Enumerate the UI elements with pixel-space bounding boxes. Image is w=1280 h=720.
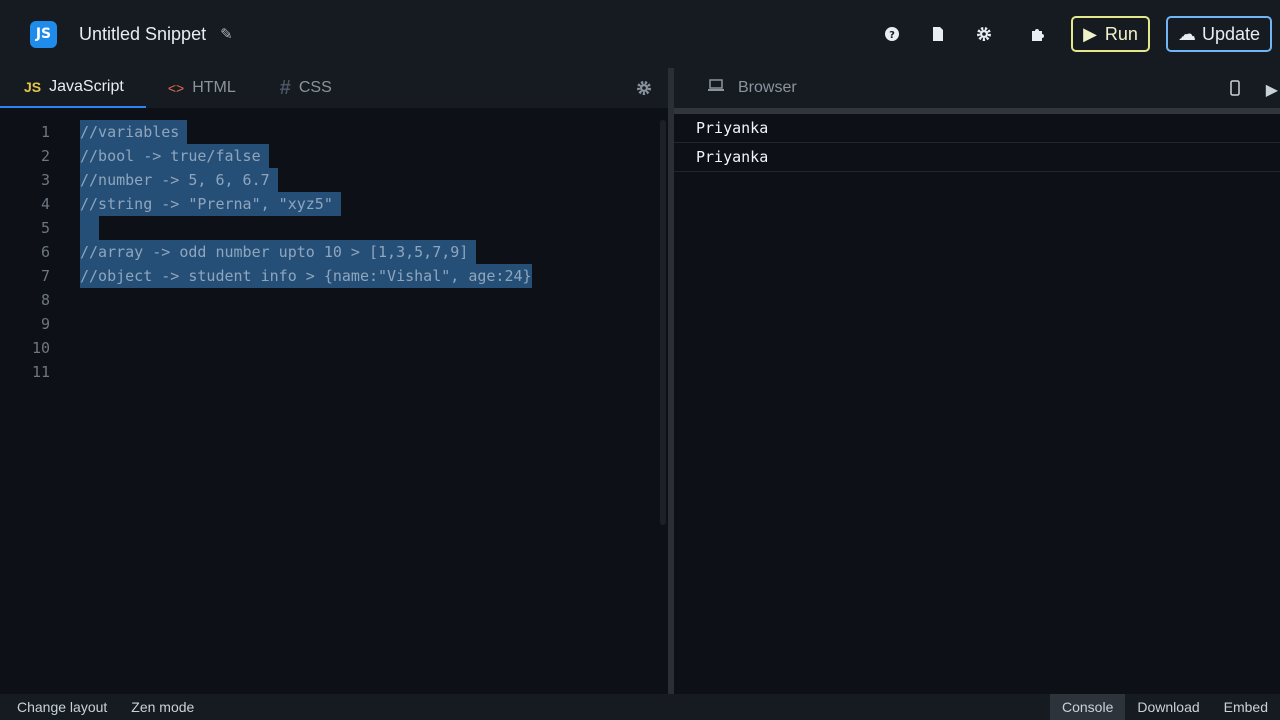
bottom-bar: Change layout Zen mode Console Download … bbox=[0, 694, 1280, 720]
snippet-title[interactable]: Untitled Snippet bbox=[79, 24, 206, 45]
browser-header: Browser ▶ bbox=[674, 68, 1280, 108]
code-text: //number -> 5, 6, 6.7 bbox=[80, 168, 278, 192]
code-line[interactable]: 4 //string -> "Prerna", "xyz5" bbox=[0, 192, 668, 216]
js-icon: JS bbox=[24, 79, 42, 95]
line-number: 2 bbox=[40, 147, 50, 165]
browser-pane: Browser ▶ Priyanka Priyanka bbox=[674, 68, 1280, 694]
line-number: 4 bbox=[40, 195, 50, 213]
line-number: 3 bbox=[40, 171, 50, 189]
tab-label: CSS bbox=[298, 79, 332, 96]
line-number: 9 bbox=[40, 315, 50, 333]
code-text: //string -> "Prerna", "xyz5" bbox=[80, 192, 341, 216]
editor-settings-icon[interactable] bbox=[636, 80, 652, 101]
output-line: Priyanka bbox=[674, 114, 1280, 143]
update-label: Update bbox=[1201, 23, 1260, 44]
tab-javascript[interactable]: JS JavaScript bbox=[0, 68, 146, 108]
code-text bbox=[80, 216, 100, 240]
line-number: 7 bbox=[40, 267, 50, 285]
console-button[interactable]: Console bbox=[1050, 694, 1126, 720]
extensions-puzzle-icon[interactable] bbox=[1015, 11, 1061, 57]
tab-html[interactable]: <> HTML bbox=[146, 68, 258, 108]
code-text: //bool -> true/false bbox=[80, 144, 269, 168]
line-number: 10 bbox=[31, 339, 50, 357]
code-text: //variables bbox=[80, 120, 188, 144]
logo-text: JS bbox=[35, 26, 52, 42]
mobile-view-icon[interactable] bbox=[1230, 80, 1240, 101]
line-number: 11 bbox=[31, 363, 50, 381]
line-number: 8 bbox=[40, 291, 50, 309]
css-hash-icon: # bbox=[279, 76, 291, 99]
toolbar: ? ▶ Run ☁ Update bbox=[869, 0, 1280, 68]
line-number: 1 bbox=[40, 123, 50, 141]
app-logo[interactable]: JS bbox=[30, 20, 57, 48]
play-icon[interactable]: ▶ bbox=[1266, 80, 1278, 100]
svg-text:?: ? bbox=[889, 30, 895, 41]
code-line[interactable]: 10 bbox=[0, 336, 668, 360]
help-icon[interactable]: ? bbox=[869, 11, 915, 57]
update-button[interactable]: ☁ Update bbox=[1165, 16, 1272, 52]
code-line[interactable]: 6 //array -> odd number upto 10 > [1,3,5,… bbox=[0, 240, 668, 264]
monitor-icon bbox=[708, 78, 724, 98]
cloud-upload-icon: ☁ bbox=[1177, 23, 1196, 44]
editor-tabs: JS JavaScript <> HTML # CSS bbox=[0, 68, 668, 108]
code-line[interactable]: 7 //object -> student info > {name:"Visha… bbox=[0, 264, 668, 288]
html-code-icon: <> bbox=[167, 80, 185, 96]
edit-title-icon[interactable]: ✎ bbox=[220, 25, 233, 43]
tab-label: JavaScript bbox=[49, 78, 124, 95]
settings-gear-icon[interactable] bbox=[961, 11, 1007, 57]
run-label: Run bbox=[1104, 23, 1138, 44]
line-number: 5 bbox=[40, 219, 50, 237]
code-editor[interactable]: 1 //variables 2 //bool -> true/false 3 //nu… bbox=[0, 108, 668, 384]
code-line[interactable]: 11 bbox=[0, 360, 668, 384]
embed-button[interactable]: Embed bbox=[1212, 694, 1280, 720]
run-button[interactable]: ▶ Run bbox=[1071, 16, 1150, 52]
top-bar: JS Untitled Snippet ✎ ? ▶ Run ☁ Update bbox=[0, 0, 1280, 68]
browser-label: Browser bbox=[738, 79, 797, 96]
editor-scrollbar[interactable] bbox=[660, 120, 666, 525]
code-line[interactable]: 3 //number -> 5, 6, 6.7 bbox=[0, 168, 668, 192]
download-button[interactable]: Download bbox=[1125, 694, 1211, 720]
output-line: Priyanka bbox=[674, 143, 1280, 172]
code-text: //array -> odd number upto 10 > [1,3,5,7… bbox=[80, 240, 477, 264]
code-line[interactable]: 2 //bool -> true/false bbox=[0, 144, 668, 168]
zen-mode-button[interactable]: Zen mode bbox=[119, 694, 206, 720]
line-number: 6 bbox=[40, 243, 50, 261]
change-layout-button[interactable]: Change layout bbox=[5, 694, 119, 720]
code-text: //object -> student info > {name:"Vishal… bbox=[80, 264, 532, 288]
play-icon: ▶ bbox=[1083, 23, 1097, 44]
tab-css[interactable]: # CSS bbox=[258, 68, 354, 108]
tab-label: HTML bbox=[192, 79, 236, 96]
file-icon[interactable] bbox=[915, 11, 961, 57]
code-line[interactable]: 5 bbox=[0, 216, 668, 240]
code-line[interactable]: 8 bbox=[0, 288, 668, 312]
code-line[interactable]: 1 //variables bbox=[0, 120, 668, 144]
editor-pane: JS JavaScript <> HTML # CSS 1 //variables… bbox=[0, 68, 668, 694]
code-line[interactable]: 9 bbox=[0, 312, 668, 336]
